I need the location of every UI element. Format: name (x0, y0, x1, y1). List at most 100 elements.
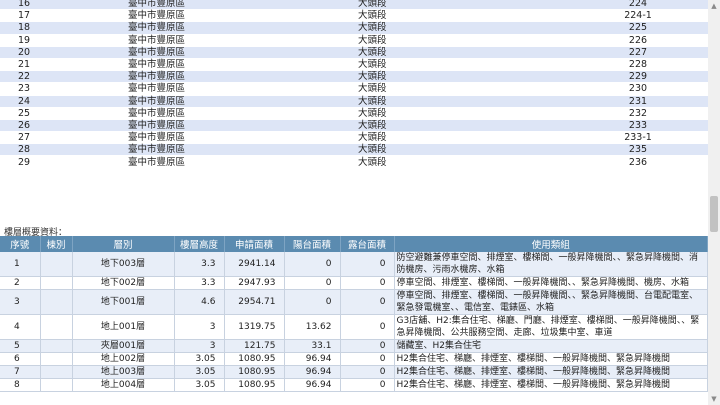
floor-row: 5 夾層001層 3 121.75 33.1 0 儲藏室、H2集合住宅 (0, 339, 708, 353)
floor-area: 2947.93 (224, 276, 285, 290)
parcel-section: 大頭段 (358, 107, 568, 120)
floor-row: 3 地下001層 4.6 2954.71 0 0 停車空間、排煙室、樓梯間、一般昇降機間、、… (0, 289, 708, 315)
floor-seq: 3 (0, 289, 41, 315)
parcel-row: 27 臺中市豐原區 大頭段 233-1 (0, 131, 708, 145)
floor-balcony-area: 33.1 (284, 339, 341, 353)
floor-building (40, 314, 73, 340)
floor-terrace-area: 0 (340, 365, 395, 379)
parcel-section: 大頭段 (358, 119, 568, 133)
parcel-district: 臺中市豐原區 (128, 155, 358, 169)
column-header: 陽台面積 (284, 236, 341, 252)
parcel-district: 臺中市豐原區 (128, 131, 358, 145)
floor-height: 3.05 (174, 365, 225, 379)
floor-building (40, 378, 73, 392)
parcel-district: 臺中市豐原區 (128, 21, 358, 35)
floor-seq: 8 (0, 378, 41, 392)
floor-balcony-area: 96.94 (284, 352, 341, 366)
parcel-district: 臺中市豐原區 (128, 34, 358, 47)
parcel-number: 19 (0, 34, 128, 47)
scrollbar-thumb[interactable] (710, 196, 718, 232)
parcel-number: 25 (0, 107, 128, 120)
parcel-section: 大頭段 (358, 82, 568, 96)
parcel-number: 16 (0, 0, 128, 11)
floor-terrace-area: 0 (340, 352, 395, 366)
floor-usage: G3店舖、H2:集合住宅、梯廳、門廳、排煙室、樓梯間、一般昇降機間、、緊急昇降機… (394, 314, 708, 340)
floor-row: 6 地上002層 3.05 1080.95 96.94 0 H2集合住宅、梯廳、排煙室、樓梯… (0, 352, 708, 366)
parcel-district: 臺中市豐原區 (128, 46, 358, 59)
parcel-section: 大頭段 (358, 70, 568, 84)
column-header: 序號 (0, 236, 41, 252)
scroll-down-arrow-icon[interactable]: ▼ (708, 393, 720, 405)
floor-seq: 4 (0, 314, 41, 340)
parcel-section: 大頭段 (358, 21, 568, 35)
parcel-section: 大頭段 (358, 131, 568, 145)
parcel-section: 大頭段 (358, 95, 568, 108)
floor-height: 3.3 (174, 276, 225, 290)
vertical-scrollbar[interactable]: ▲ ▼ (708, 0, 720, 405)
column-header: 使用類組 (394, 236, 708, 252)
floor-terrace-area: 0 (340, 314, 395, 340)
floor-usage: 停車空間、排煙室、樓梯間、一般昇降機間、、緊急昇降機間、台電配電室、緊急發電機室… (394, 289, 708, 315)
floor-terrace-area: 0 (340, 339, 395, 353)
floor-row: 8 地上004層 3.05 1080.95 96.94 0 H2集合住宅、梯廳、排煙室、樓梯… (0, 378, 708, 392)
parcel-row: 26 臺中市豐原區 大頭段 233 (0, 119, 708, 133)
table-header-row: 序號 棟別 層別 樓層高度 申請面積 陽台面積 露台面積 使用類組 (0, 236, 708, 252)
parcel-section: 大頭段 (358, 143, 568, 157)
floor-height: 3 (174, 339, 225, 353)
floor-building (40, 339, 73, 353)
parcel-number: 17 (0, 9, 128, 23)
floor-balcony-area: 96.94 (284, 365, 341, 379)
parcel-section: 大頭段 (358, 9, 568, 23)
parcel-number: 22 (0, 70, 128, 84)
floor-usage: 儲藏室、H2集合住宅 (394, 339, 708, 353)
floor-area: 1080.95 (224, 378, 285, 392)
floor-summary-table: 序號 棟別 層別 樓層高度 申請面積 陽台面積 露台面積 使用類組 1 地下003層 3.3 294… (0, 236, 708, 392)
parcel-district: 臺中市豐原區 (128, 143, 358, 157)
floor-building (40, 352, 73, 366)
parcel-row: 18 臺中市豐原區 大頭段 225 (0, 21, 708, 35)
parcel-district: 臺中市豐原區 (128, 9, 358, 23)
parcel-lot-number: 231 (568, 95, 708, 108)
parcel-lot-number: 226 (568, 34, 708, 47)
parcel-number: 20 (0, 46, 128, 59)
floor-seq: 7 (0, 365, 41, 379)
parcel-number: 26 (0, 119, 128, 133)
floor-level: 地上004層 (72, 378, 175, 392)
parcel-district: 臺中市豐原區 (128, 119, 358, 133)
floor-area: 1080.95 (224, 365, 285, 379)
floor-row: 4 地上001層 3 1319.75 13.62 0 G3店舖、H2:集合住宅、梯廳、門廳、… (0, 314, 708, 340)
floor-seq: 6 (0, 352, 41, 366)
parcel-district: 臺中市豐原區 (128, 82, 358, 96)
floor-terrace-area: 0 (340, 289, 395, 315)
parcel-district: 臺中市豐原區 (128, 58, 358, 72)
floor-building (40, 276, 73, 290)
parcel-district: 臺中市豐原區 (128, 0, 358, 11)
parcel-number: 23 (0, 82, 128, 96)
floor-height: 3.05 (174, 352, 225, 366)
parcel-table: 16 臺中市豐原區 大頭段 224 17 臺中市豐原區 大頭段 224-1 18 臺中市豐原區 大頭… (0, 0, 708, 169)
floor-level: 地下001層 (72, 289, 175, 315)
parcel-number: 24 (0, 95, 128, 108)
parcel-lot-number: 224-1 (568, 9, 708, 23)
floor-row: 2 地下002層 3.3 2947.93 0 0 停車空間、排煙室、樓梯間、一般昇降機間、、… (0, 276, 708, 290)
parcel-district: 臺中市豐原區 (128, 107, 358, 120)
parcel-number: 28 (0, 143, 128, 157)
parcel-row: 24 臺中市豐原區 大頭段 231 (0, 95, 708, 108)
floor-usage: 停車空間、排煙室、樓梯間、一般昇降機間、、緊急昇降機間、機房、水箱 (394, 276, 708, 290)
floor-balcony-area: 0 (284, 289, 341, 315)
floor-terrace-area: 0 (340, 378, 395, 392)
parcel-row: 21 臺中市豐原區 大頭段 228 (0, 58, 708, 72)
scroll-up-arrow-icon[interactable]: ▲ (708, 0, 720, 12)
parcel-row: 16 臺中市豐原區 大頭段 224 (0, 0, 708, 11)
floor-row: 1 地下003層 3.3 2941.14 0 0 防空避難兼停車空間、排煙室、樓梯間、一般昇… (0, 252, 708, 277)
parcel-number: 18 (0, 21, 128, 35)
column-header: 樓層高度 (174, 236, 225, 252)
parcel-district: 臺中市豐原區 (128, 70, 358, 84)
parcel-lot-number: 228 (568, 58, 708, 72)
parcel-lot-number: 233 (568, 119, 708, 133)
floor-usage: H2集合住宅、梯廳、排煙室、樓梯間、一般昇降機間、緊急昇降機間 (394, 378, 708, 392)
floor-terrace-area: 0 (340, 252, 395, 277)
parcel-section: 大頭段 (358, 34, 568, 47)
floor-building (40, 252, 73, 277)
floor-area: 1319.75 (224, 314, 285, 340)
